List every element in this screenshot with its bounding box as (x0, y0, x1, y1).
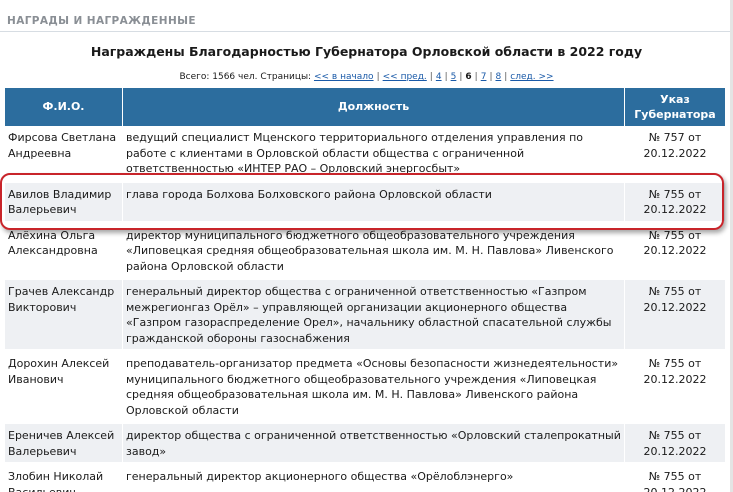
pager-separator: | (489, 72, 493, 82)
table-row: Злобин Николай Васильевич генеральный ди… (5, 465, 725, 492)
section-title: НАГРАДЫ И НАГРАЖДЕННЫЕ (7, 15, 196, 27)
cell-decree: № 755 от 20.12.2022 (625, 280, 725, 352)
pager-page-8[interactable]: 8 (496, 72, 502, 82)
table-header-row: Ф.И.О. Должность Указ Губернатора (5, 88, 725, 126)
pager-current-page: 6 (465, 72, 472, 82)
pager-total: Всего: 1566 чел. Страницы: (179, 72, 312, 82)
table-row: Ереничев Алексей Валерьевич директор общ… (5, 424, 725, 465)
cell-decree: № 755 от 20.12.2022 (625, 352, 725, 424)
table-row: Авилов Владимир Валерьевич глава города … (5, 182, 725, 224)
cell-decree: № 757 от 20.12.2022 (625, 126, 725, 183)
cell-decree: № 755 от 20.12.2022 (625, 465, 725, 492)
section-header: НАГРАДЫ И НАГРАЖДЕННЫЕ (0, 0, 733, 32)
cell-position: генеральный директор общества с ограниче… (123, 280, 625, 352)
page-title: Награждены Благодарностью Губернатора Ор… (90, 44, 643, 59)
pager-separator: | (444, 72, 448, 82)
cell-position: глава города Болхова Болховского района … (123, 182, 625, 224)
column-header-name: Ф.И.О. (5, 88, 123, 126)
pagination: Всего: 1566 чел. Страницы: << в начало | <… (0, 72, 733, 82)
pager-separator: | (376, 72, 380, 82)
pager-separator: | (429, 72, 433, 82)
cell-decree: № 755 от 20.12.2022 (625, 223, 725, 280)
table-row: Дорохин Алексей Иванович преподаватель-о… (5, 352, 725, 424)
pager-page-7[interactable]: 7 (481, 72, 487, 82)
cell-position: генеральный директор акционерного общест… (123, 465, 625, 492)
column-header-position: Должность (123, 88, 625, 126)
pager-prev-link[interactable]: << пред. (383, 72, 427, 82)
pager-page-5[interactable]: 5 (451, 72, 457, 82)
cell-decree: № 755 от 20.12.2022 (625, 424, 725, 465)
cell-name: Злобин Николай Васильевич (5, 465, 123, 492)
pager-first-link[interactable]: << в начало (314, 72, 374, 82)
cell-position: преподаватель-организатор предмета «Осно… (123, 352, 625, 424)
awards-table: Ф.И.О. Должность Указ Губернатора Фирсов… (5, 88, 725, 492)
cell-name: Авилов Владимир Валерьевич (5, 182, 123, 224)
table-row: Фирсова Светлана Андреевна ведущий специ… (5, 126, 725, 183)
cell-name: Дорохин Алексей Иванович (5, 352, 123, 424)
cell-name: Грачев Александр Викторович (5, 280, 123, 352)
table-row: Алёхина Ольга Александровна директор мун… (5, 223, 725, 280)
cell-position: ведущий специалист Мценского территориал… (123, 126, 625, 183)
pager-page-4[interactable]: 4 (436, 72, 442, 82)
pager-separator: | (474, 72, 478, 82)
cell-position: директор общества с ограниченной ответст… (123, 424, 625, 465)
pager-separator: | (459, 72, 463, 82)
cell-position: директор муниципального бюджетного общео… (123, 223, 625, 280)
cell-name: Фирсова Светлана Андреевна (5, 126, 123, 183)
pager-separator: | (504, 72, 508, 82)
pager-next-link[interactable]: след. >> (510, 72, 553, 82)
cell-name: Ереничев Алексей Валерьевич (5, 424, 123, 465)
cell-name: Алёхина Ольга Александровна (5, 223, 123, 280)
column-header-decree: Указ Губернатора (625, 88, 725, 126)
table-row: Грачев Александр Викторович генеральный … (5, 280, 725, 352)
cell-decree: № 755 от 20.12.2022 (625, 182, 725, 224)
